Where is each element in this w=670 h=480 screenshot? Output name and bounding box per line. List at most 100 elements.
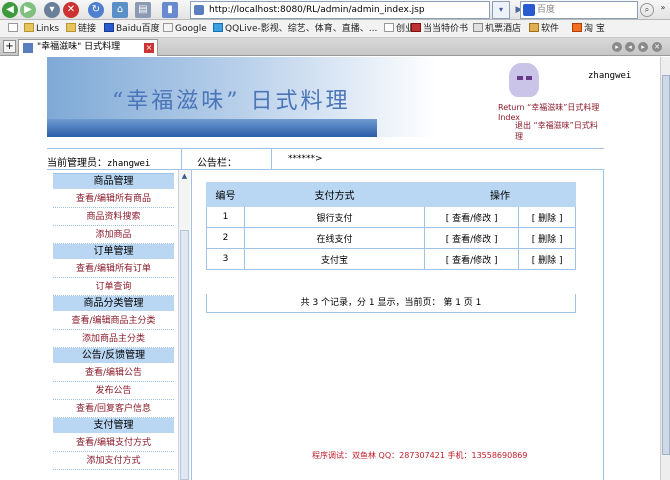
banner-wave [47,119,377,137]
admin-sidebar-menu: 商品管理 查看/编辑所有商品 商品资料搜索 添加商品 订单管理 查看/编辑所有订… [53,170,174,480]
folder-icon [66,23,76,32]
sidebar-item-view-notices[interactable]: 查看/编辑公告 [53,364,174,382]
bookmark-label: QQLive-影视、综艺、体育、直播、... [225,24,378,34]
forward-icon[interactable]: ▶ [20,2,36,18]
section-notice-feedback: 公告/反馈管理 [53,348,174,364]
bookmark-item[interactable]: 淘 宝 [572,20,605,38]
delete-link[interactable]: [ 删除 ] [518,227,576,249]
sidebar-scrollbar[interactable]: ▲ [178,170,190,480]
ticket-icon [473,23,483,32]
sidebar-item-query-orders[interactable]: 订单查询 [53,278,174,296]
avatar [509,63,539,97]
home-icon[interactable]: ⌂ [112,2,128,18]
bookmark-item[interactable]: 软件 [529,20,559,38]
view-edit-link[interactable]: [ 查看/修改 ] [424,227,520,249]
table-row: 2 在线支付 [ 查看/修改 ] [ 删除 ] [206,227,576,249]
payment-id: 3 [206,248,245,270]
bookmark-item[interactable]: Baidu百度 [104,20,160,38]
bookmark-label: 机票酒店 [485,24,522,34]
dangdang-icon [411,23,421,32]
tab-close-all-icon[interactable]: ✕ [652,42,662,52]
tab-active[interactable]: "幸福滋味" 日式料理 × [18,39,158,56]
tab-close-icon[interactable]: × [144,43,154,53]
sidebar-item-publish-notice[interactable]: 发布公告 [53,382,174,400]
table-row: 1 银行支付 [ 查看/修改 ] [ 删除 ] [206,206,576,228]
sidebar-item-customer-messages[interactable]: 查看/回复客户信息 [53,400,174,418]
sidebar-item-view-products[interactable]: 查看/编辑所有商品 [53,190,174,208]
column-header-actions: 操作 [424,182,576,207]
bookmark-item[interactable] [8,20,20,38]
username-label: zhangwei [588,71,632,81]
navigation-toolbar: ◀ ▶ ▾ ✕ ↻ ⌂ ▤ ▮ http://localhost:8080/RL… [0,0,670,20]
notice-label: 公告栏： [197,158,237,169]
page-content: “幸福滋味” 日式料理 zhangwei Return “幸福滋味”日式料理 I… [0,57,660,480]
tab-favicon-icon [23,43,33,53]
bookmark-page-icon[interactable]: ▮ [162,2,178,18]
delete-link[interactable]: [ 删除 ] [518,206,576,228]
stop-icon[interactable]: ✕ [63,2,79,18]
sidebar-item-add-payment[interactable]: 添加支付方式 [53,452,174,470]
scrollbar-thumb[interactable] [180,230,189,480]
current-admin: 当前管理员：zhangwei [47,154,150,169]
search-icon[interactable]: ⌕ [640,3,654,17]
bookmark-item[interactable]: 当当特价书 [411,20,468,38]
notice-marquee: ******> [288,154,323,164]
page-scrollbar[interactable] [660,57,670,480]
dropdown-icon[interactable]: ▾ [44,2,60,18]
bookmark-item[interactable]: 创业 [384,20,414,38]
bookmark-item[interactable]: 机票酒店 [473,20,521,38]
current-admin-name: zhangwei [107,159,151,169]
current-admin-label: 当前管理员： [47,158,107,169]
section-order-management: 订单管理 [53,244,174,260]
scroll-up-icon[interactable]: ▲ [180,172,189,181]
bookmark-label: 链接 [78,24,97,34]
column-header-method: 支付方式 [244,182,425,207]
tab-scroll-right-icon[interactable]: ▸ [638,42,648,52]
sidebar-item-view-payments[interactable]: 查看/编辑支付方式 [53,434,174,452]
table-row: 3 支付宝 [ 查看/修改 ] [ 删除 ] [206,248,576,270]
bookmark-item[interactable]: Links [24,20,59,38]
return-index-link[interactable]: Return “幸福滋味”日式料理 Index [498,102,604,122]
tab-list-icon[interactable]: ▸ [612,42,622,52]
sidebar-item-add-product[interactable]: 添加商品 [53,226,174,244]
bookmark-item[interactable]: Google [163,20,207,38]
bookmark-item[interactable]: QQLive-影视、综艺、体育、直播、... [213,20,377,38]
info-bar: 当前管理员：zhangwei 公告栏： ******> [47,148,604,170]
sidebar-item-search-products[interactable]: 商品资料搜索 [53,208,174,226]
address-url: http://localhost:8080/RL/admin/admin_ind… [209,5,425,15]
bookmark-label: 软件 [541,24,560,34]
tab-bar: + "幸福滋味" 日式料理 × ▸ ◂ ▸ ✕ [0,38,670,56]
sidebar-item-add-category[interactable]: 添加商品主分类 [53,330,174,348]
left-column: 商品管理 查看/编辑所有商品 商品资料搜索 添加商品 订单管理 查看/编辑所有订… [47,170,192,480]
refresh-icon[interactable]: ↻ [88,2,104,18]
go-button[interactable]: ▾ [492,1,510,19]
scrollbar-thumb[interactable] [662,75,670,455]
section-product-management: 商品管理 [53,174,174,190]
address-bar[interactable]: http://localhost:8080/RL/admin/admin_ind… [190,1,490,19]
pagination-info: 共 3 个记录，分 1 显示，当前页： 第 1 页 1 [206,294,576,313]
google-icon [163,23,173,32]
bookmark-item[interactable]: 链接 [66,20,96,38]
view-edit-link[interactable]: [ 查看/修改 ] [424,206,520,228]
baidu-search-engine-icon[interactable] [523,4,535,16]
divider [181,149,182,170]
menu-chevron-icon[interactable]: » [657,3,669,17]
payment-id: 1 [206,206,245,228]
sidebar-item-view-categories[interactable]: 查看/编辑商品主分类 [53,312,174,330]
delete-link[interactable]: [ 删除 ] [518,248,576,270]
logout-link[interactable]: 退出 “幸福滋味”日式料理 [515,120,604,142]
sidebar-item-view-orders[interactable]: 查看/编辑所有订单 [53,260,174,278]
payment-method: 银行支付 [244,206,425,228]
site-banner: “幸福滋味” 日式料理 zhangwei Return “幸福滋味”日式料理 I… [47,57,631,141]
browser-window: ◀ ▶ ▾ ✕ ↻ ⌂ ▤ ▮ http://localhost:8080/RL… [0,0,670,480]
tab-scroll-left-icon[interactable]: ◂ [625,42,635,52]
search-box[interactable]: 百度 [520,1,638,19]
site-title: “幸福滋味” 日式料理 [112,89,351,114]
new-tab-button[interactable]: + [3,40,16,53]
table-header-row: 编号 支付方式 操作 [206,182,576,207]
bookmarks-bar: Links 链接 Baidu百度 Google QQLive-影视、综艺、体育、… [0,20,670,38]
view-edit-link[interactable]: [ 查看/修改 ] [424,248,520,270]
bookmark-label: Baidu百度 [116,24,160,34]
back-icon[interactable]: ◀ [2,2,18,18]
history-icon[interactable]: ▤ [135,2,151,18]
